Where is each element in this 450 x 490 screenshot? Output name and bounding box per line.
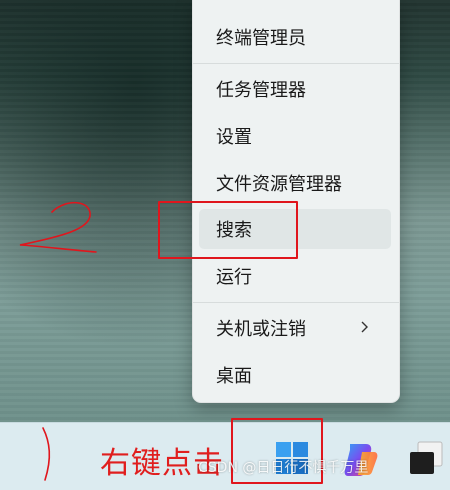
menu-item-label: 终端管理员 <box>216 28 306 49</box>
chevron-right-icon <box>361 321 368 333</box>
menu-item-label: 桌面 <box>216 366 252 387</box>
menu-item-settings[interactable]: 设置 <box>199 116 391 156</box>
menu-item-label: 任务管理器 <box>216 80 306 101</box>
app-icon[interactable] <box>406 438 446 478</box>
bracket-annotation <box>42 427 51 481</box>
step-number-annotation: 2 <box>10 196 97 253</box>
menu-item-label: 运行 <box>216 267 252 288</box>
menu-item-desktop[interactable]: 桌面 <box>199 355 391 395</box>
menu-item-task-manager[interactable]: 任务管理器 <box>199 69 391 109</box>
search-highlight-box <box>158 201 298 259</box>
menu-item-shutdown[interactable]: 关机或注销 <box>199 308 391 348</box>
step-number-label: 2 <box>10 196 20 200</box>
menu-separator <box>193 63 399 64</box>
menu-item-run[interactable]: 运行 <box>199 256 391 296</box>
menu-separator <box>193 302 399 303</box>
menu-item-file-explorer[interactable]: 文件资源管理器 <box>199 163 391 203</box>
menu-item-label: 设置 <box>216 127 252 148</box>
menu-item-terminal-admin[interactable]: 终端管理员 <box>199 17 391 57</box>
menu-item-label: 文件资源管理器 <box>216 174 342 195</box>
menu-item-label: 关机或注销 <box>216 319 306 340</box>
taskbar <box>0 422 450 490</box>
csdn-watermark: CSDN @日日行不惧千万里 <box>198 460 369 476</box>
